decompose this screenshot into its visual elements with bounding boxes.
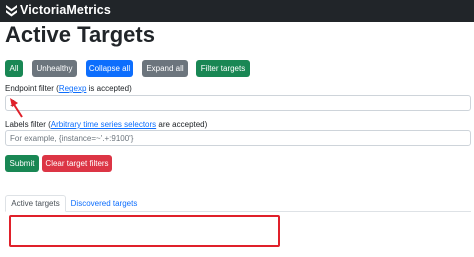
regexp-link[interactable]: Regexp: [59, 84, 87, 93]
navbar: VictoriaMetrics: [0, 0, 474, 22]
labels-filter-label-prefix: Labels filter (: [5, 120, 51, 129]
tab-active-targets[interactable]: Active targets: [5, 195, 66, 212]
time-series-selectors-link[interactable]: Arbitrary time series selectors: [51, 120, 156, 129]
endpoint-filter-label: Endpoint filter (Regexp is accepted): [5, 84, 132, 93]
endpoint-filter-label-suffix: is accepted): [86, 84, 132, 93]
endpoint-filter-label-prefix: Endpoint filter (: [5, 84, 59, 93]
all-button[interactable]: All: [5, 60, 23, 77]
collapse-all-button[interactable]: Collapse all: [86, 60, 133, 77]
brand-name[interactable]: VictoriaMetrics: [20, 3, 111, 17]
highlight-box: [9, 215, 280, 247]
victoriametrics-logo-icon[interactable]: [5, 3, 18, 19]
filter-targets-button[interactable]: Filter targets: [196, 60, 250, 77]
expand-all-button[interactable]: Expand all: [142, 60, 188, 77]
unhealthy-button[interactable]: Unhealthy: [32, 60, 77, 77]
clear-target-filters-button[interactable]: Clear target filters: [42, 155, 112, 172]
labels-filter-input[interactable]: For example, {instance=~'.+:9100'}: [5, 130, 471, 146]
submit-button[interactable]: Submit: [5, 155, 39, 172]
endpoint-filter-input[interactable]: .*: [5, 95, 471, 111]
tab-discovered-targets[interactable]: Discovered targets: [68, 195, 140, 212]
labels-filter-label: Labels filter (Arbitrary time series sel…: [5, 120, 207, 129]
page-title: Active Targets: [5, 22, 155, 47]
labels-filter-label-suffix: are accepted): [156, 120, 208, 129]
